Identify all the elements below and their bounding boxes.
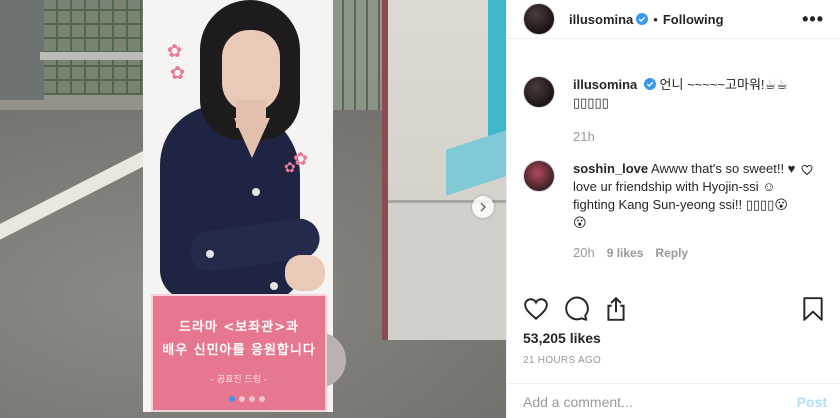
comment-input[interactable]	[523, 394, 763, 410]
carousel-dot	[229, 396, 235, 402]
header-text: illusomina • Following	[569, 12, 724, 27]
heart-icon[interactable]	[523, 296, 549, 322]
comment-meta: 20h 9 likes Reply	[573, 244, 801, 262]
caption-meta: 21h	[573, 128, 801, 146]
portrait-hand	[285, 255, 325, 291]
header-separator: •	[653, 11, 658, 27]
post-sidebar: illusomina • Following ••• illusomina 언니…	[506, 0, 840, 418]
comment-icon[interactable]	[563, 296, 589, 322]
caption-username[interactable]: illusomina	[573, 77, 637, 92]
slogan-line-1: 드라마 <보좌관>과	[178, 320, 300, 335]
dress-button	[206, 250, 214, 258]
rail	[40, 52, 150, 60]
verified-badge-icon	[643, 78, 656, 90]
verified-badge-icon	[636, 13, 649, 25]
truck-panel	[488, 0, 506, 150]
more-options-icon[interactable]: •••	[802, 10, 824, 28]
bookmark-icon[interactable]	[801, 296, 825, 322]
carousel-indicator	[229, 396, 265, 402]
carousel-dot	[259, 396, 265, 402]
add-comment-bar: Post	[507, 383, 840, 418]
flower-icon: ✿	[167, 41, 183, 61]
comment-avatar[interactable]	[523, 160, 555, 192]
comment-username[interactable]: soshin_love	[573, 161, 648, 176]
banner-slogan: 드라마 <보좌관>과 배우 신민아를 응원합니다 - 공효진 드림 -	[151, 294, 327, 412]
chevron-right-icon	[480, 202, 487, 212]
fence-back	[330, 0, 380, 110]
share-icon[interactable]	[603, 296, 629, 322]
author-avatar[interactable]	[523, 3, 555, 35]
dress-button	[270, 282, 278, 290]
slogan-line-2: 배우 신민아를 응원합니다	[162, 343, 316, 358]
comment-likes[interactable]: 9 likes	[607, 244, 644, 262]
likes-count[interactable]: 53,205 likes	[523, 330, 601, 346]
caption: illusomina 언니 ~~~~~고마워!☕☕ ▯▯▯▯▯ 21h	[507, 76, 840, 146]
flower-icon: ✿	[170, 63, 186, 83]
comment-heart-icon[interactable]	[801, 164, 813, 176]
post-timestamp[interactable]: 21 HOURS AGO	[523, 355, 601, 366]
post-photo[interactable]: ✿ ✿ ✿ ✿ 드라마 <보좌관>과 배우 신민아를 응원합니다 - 공효진 드…	[0, 0, 506, 418]
truck-counter	[446, 130, 506, 196]
carousel-dot	[249, 396, 255, 402]
comments-list: illusomina 언니 ~~~~~고마워!☕☕ ▯▯▯▯▯ 21h sosh…	[507, 64, 840, 260]
wall	[0, 0, 44, 100]
dress-button	[252, 188, 260, 196]
comment-time[interactable]: 20h	[573, 244, 595, 262]
caption-avatar[interactable]	[523, 76, 555, 108]
caption-time[interactable]: 21h	[573, 128, 595, 146]
flower-icon: ✿	[284, 159, 296, 175]
caption-body: illusomina 언니 ~~~~~고마워!☕☕ ▯▯▯▯▯ 21h	[573, 76, 801, 146]
comment-body: soshin_love Awww that's so sweet!! ♥ lov…	[573, 160, 801, 262]
slogan-signature: - 공효진 드림 -	[210, 375, 268, 385]
carousel-next-button[interactable]	[472, 196, 494, 218]
comment-reply-button[interactable]: Reply	[655, 244, 688, 262]
comment-item: soshin_love Awww that's so sweet!! ♥ lov…	[507, 160, 840, 262]
following-button[interactable]: Following	[663, 12, 724, 27]
food-truck	[382, 0, 506, 340]
carousel-dot	[239, 396, 245, 402]
portrait-collar	[234, 118, 270, 158]
post-comment-button[interactable]: Post	[797, 394, 827, 410]
author-username[interactable]: illusomina	[569, 12, 633, 27]
truck-lower	[388, 200, 506, 340]
action-bar	[507, 296, 840, 322]
post-header: illusomina • Following •••	[507, 0, 840, 39]
